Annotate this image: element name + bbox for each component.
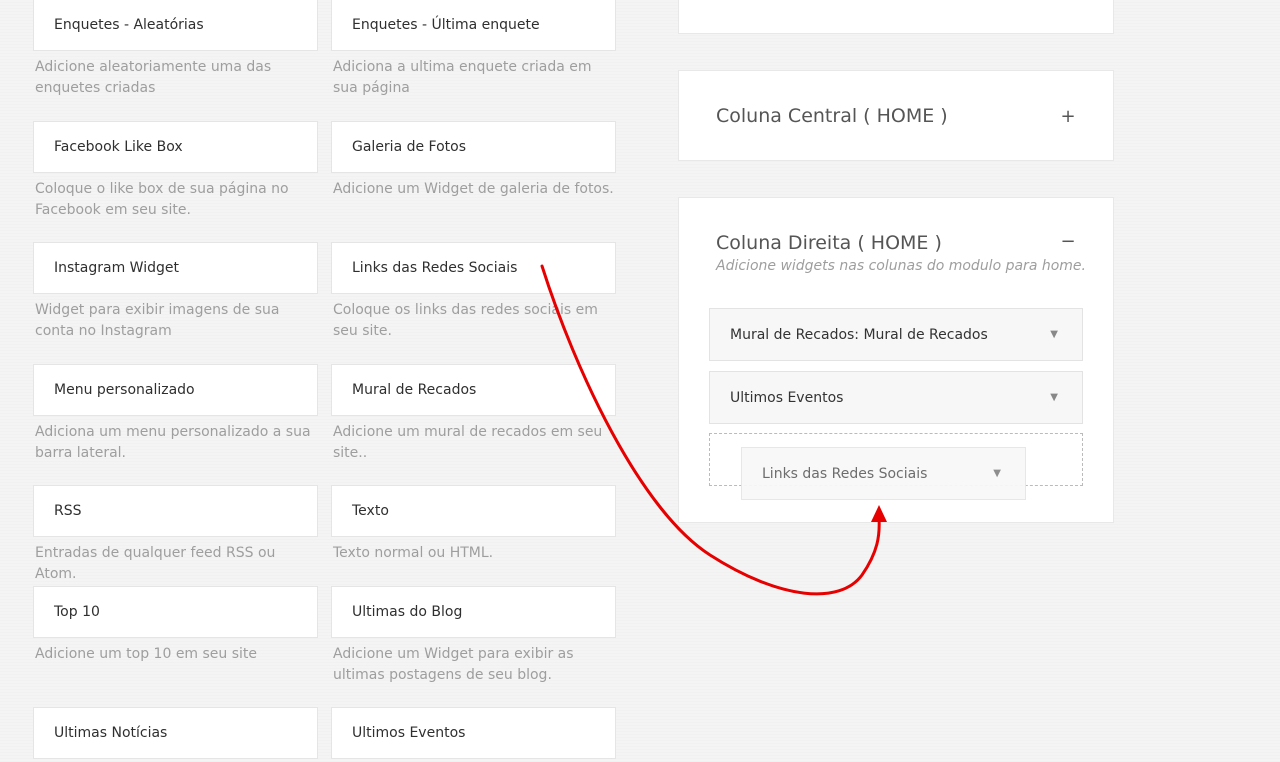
widget-galeria-de-fotos: Galeria de Fotos Adicione um Widget de g…: [331, 121, 616, 200]
dragging-widget-links-redes-sociais[interactable]: Links das Redes Sociais ▼: [741, 447, 1026, 500]
widget-title[interactable]: Top 10: [33, 586, 318, 638]
widget-description: Adicione um top 10 em seu site: [35, 646, 258, 662]
widget-title[interactable]: Mural de Recados: [331, 364, 616, 416]
expand-icon[interactable]: +: [1056, 106, 1080, 127]
widget-enquetes-aleatorias: Enquetes - Aleatórias Adicione aleatoria…: [33, 0, 318, 99]
widget-title[interactable]: Instagram Widget: [33, 242, 318, 294]
widget-links-redes-sociais: Links das Redes Sociais Coloque os links…: [331, 242, 616, 342]
widget-description: Adiciona a ultima enquete criada em sua …: [333, 59, 592, 96]
widget-facebook-like-box: Facebook Like Box Coloque o like box de …: [33, 121, 318, 221]
widget-description: Adicione um Widget para exibir as ultima…: [333, 646, 574, 683]
widget-instagram: Instagram Widget Widget para exibir imag…: [33, 242, 318, 342]
caret-down-icon[interactable]: ▼: [1050, 329, 1058, 340]
widget-description: Adicione aleatoriamente uma das enquetes…: [35, 59, 272, 96]
widget-description: Entradas de qualquer feed RSS ou Atom.: [35, 545, 276, 582]
widget-title[interactable]: Galeria de Fotos: [331, 121, 616, 173]
caret-down-icon: ▼: [993, 468, 1001, 479]
widget-title[interactable]: Facebook Like Box: [33, 121, 318, 173]
widget-menu-personalizado: Menu personalizado Adiciona um menu pers…: [33, 364, 318, 464]
widget-mural-de-recados: Mural de Recados Adicione um mural de re…: [331, 364, 616, 464]
sidebar-widget-label: Ultimos Eventos: [730, 389, 844, 406]
widget-title[interactable]: RSS: [33, 485, 318, 537]
sidebar-widget-mural-de-recados[interactable]: Mural de Recados: Mural de Recados ▼: [709, 308, 1083, 361]
sidebar-panel-top: [678, 0, 1114, 34]
sidebar-subtitle: Adicione widgets nas colunas do modulo p…: [716, 258, 1086, 274]
widget-texto: Texto Texto normal ou HTML.: [331, 485, 616, 564]
sidebar-coluna-direita: Coluna Direita ( HOME ) − Adicione widge…: [678, 197, 1114, 523]
sidebar-coluna-central[interactable]: Coluna Central ( HOME ) +: [678, 70, 1114, 161]
widget-ultimas-do-blog: Ultimas do Blog Adicione um Widget para …: [331, 586, 616, 686]
collapse-icon[interactable]: −: [1056, 231, 1080, 252]
widget-title[interactable]: Enquetes - Aleatórias: [33, 0, 318, 51]
widget-description: Adicione um Widget de galeria de fotos.: [333, 181, 614, 197]
widget-title[interactable]: Enquetes - Última enquete: [331, 0, 616, 51]
widget-description: Adicione um mural de recados em seu site…: [333, 424, 603, 461]
widget-description: Texto normal ou HTML.: [333, 545, 494, 561]
caret-down-icon[interactable]: ▼: [1050, 392, 1058, 403]
widget-description: Widget para exibir imagens de sua conta …: [35, 302, 280, 339]
widget-title[interactable]: Ultimos Eventos: [331, 707, 616, 759]
widget-description: Coloque os links das redes sociais em se…: [333, 302, 598, 339]
widget-enquetes-ultima: Enquetes - Última enquete Adiciona a ult…: [331, 0, 616, 99]
widget-rss: RSS Entradas de qualquer feed RSS ou Ato…: [33, 485, 318, 585]
widget-title[interactable]: Texto: [331, 485, 616, 537]
widget-ultimos-eventos: Ultimos Eventos: [331, 707, 616, 759]
widget-ultimas-noticias: Ultimas Notícias: [33, 707, 318, 759]
widget-description: Adiciona um menu personalizado a sua bar…: [35, 424, 311, 461]
widget-title[interactable]: Ultimas do Blog: [331, 586, 616, 638]
sidebar-widget-label: Links das Redes Sociais: [762, 465, 928, 482]
widget-title[interactable]: Links das Redes Sociais: [331, 242, 616, 294]
widget-top-10: Top 10 Adicione um top 10 em seu site: [33, 586, 318, 665]
widget-title[interactable]: Menu personalizado: [33, 364, 318, 416]
sidebar-widget-ultimos-eventos[interactable]: Ultimos Eventos ▼: [709, 371, 1083, 424]
sidebar-title: Coluna Central ( HOME ): [716, 105, 948, 127]
widget-title[interactable]: Ultimas Notícias: [33, 707, 318, 759]
sidebar-title: Coluna Direita ( HOME ): [716, 232, 942, 254]
widget-description: Coloque o like box de sua página no Face…: [35, 181, 289, 218]
sidebar-widget-label: Mural de Recados: Mural de Recados: [730, 326, 988, 343]
